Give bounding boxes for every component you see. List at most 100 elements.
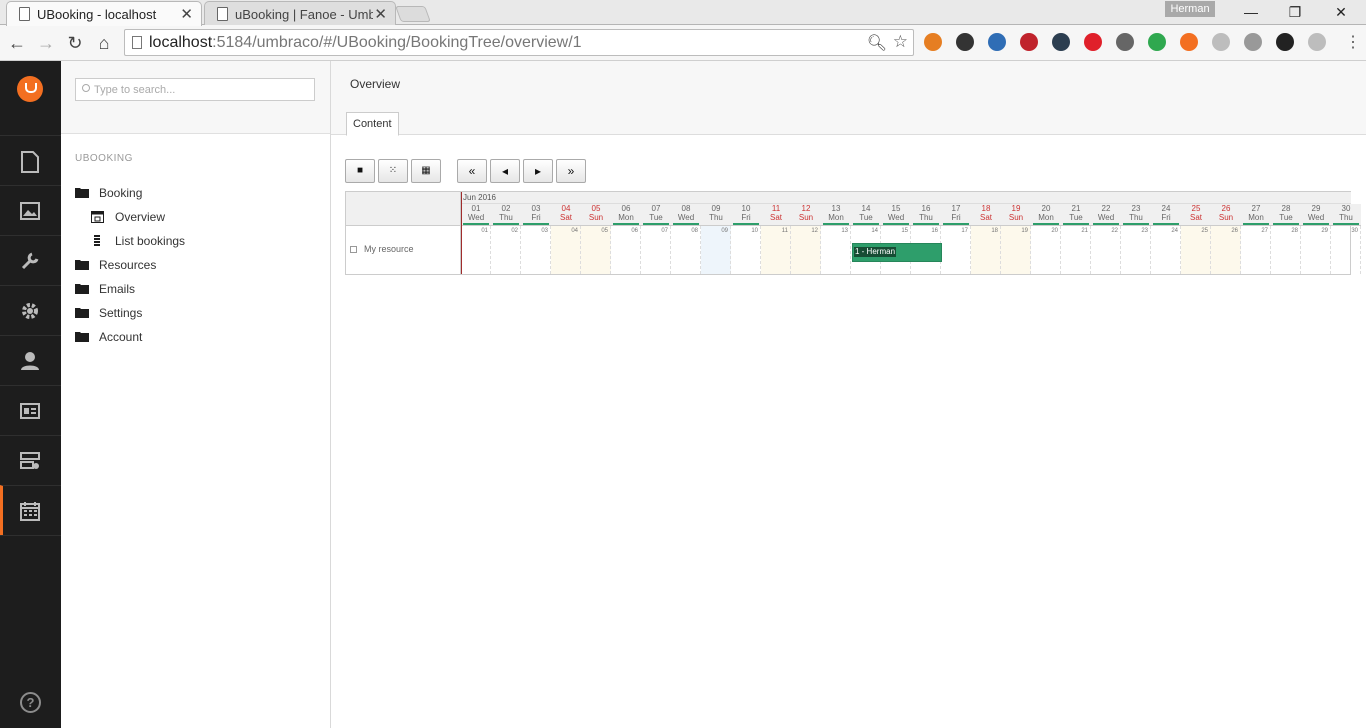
day-cell[interactable]: 18 bbox=[971, 226, 1001, 274]
day-cell[interactable]: 29 bbox=[1301, 226, 1331, 274]
day-weekday: Sat bbox=[559, 213, 572, 222]
day-header: 07 Tue bbox=[641, 204, 671, 226]
section-ubooking[interactable] bbox=[0, 485, 61, 535]
umbraco-logo-icon[interactable] bbox=[17, 76, 43, 102]
day-cell[interactable]: 27 bbox=[1241, 226, 1271, 274]
section-settings[interactable] bbox=[0, 235, 61, 285]
home-button[interactable]: ⌂ bbox=[92, 31, 116, 55]
zoom-icon[interactable]: 🔍︎ bbox=[867, 33, 887, 53]
folder-extension-icon[interactable] bbox=[988, 33, 1006, 51]
section-developer[interactable] bbox=[0, 285, 61, 335]
view-week-button[interactable]: ⁙ bbox=[378, 159, 408, 183]
leaf-extension-icon[interactable] bbox=[1148, 33, 1166, 51]
restore-button[interactable]: ❐ bbox=[1280, 2, 1310, 22]
first-period-button[interactable]: « bbox=[457, 159, 487, 183]
day-cell[interactable]: 03 bbox=[521, 226, 551, 274]
availability-bar bbox=[1333, 223, 1359, 225]
new-tab-button[interactable] bbox=[395, 6, 431, 22]
day-cell[interactable]: 11 bbox=[761, 226, 791, 274]
cell-day-number: 10 bbox=[751, 228, 758, 234]
info-extension-icon[interactable] bbox=[1244, 33, 1262, 51]
close-window-button[interactable]: ✕ bbox=[1326, 2, 1356, 22]
section-media[interactable] bbox=[0, 185, 61, 235]
address-bar[interactable]: localhost:5184/umbraco/#/UBooking/Bookin… bbox=[124, 29, 914, 56]
last-period-button[interactable]: » bbox=[556, 159, 586, 183]
day-number: 05 bbox=[591, 204, 601, 213]
day-cell[interactable]: 19 bbox=[1001, 226, 1031, 274]
day-cell[interactable]: 30 bbox=[1331, 226, 1361, 274]
day-cell[interactable]: 17 bbox=[941, 226, 971, 274]
day-cell[interactable]: 05 bbox=[581, 226, 611, 274]
day-number: 28 bbox=[1281, 204, 1291, 213]
page-info-icon[interactable] bbox=[132, 36, 142, 49]
day-cell[interactable]: 24 bbox=[1151, 226, 1181, 274]
day-cell[interactable]: 23 bbox=[1121, 226, 1151, 274]
resource-row-header[interactable]: My resource bbox=[346, 226, 461, 274]
pencil-extension-icon[interactable] bbox=[924, 33, 942, 51]
folder-icon bbox=[75, 260, 89, 270]
section-users[interactable] bbox=[0, 335, 61, 385]
day-cell[interactable]: 01 bbox=[461, 226, 491, 274]
day-header: 06 Mon bbox=[611, 204, 641, 226]
back-button[interactable]: ← bbox=[5, 31, 29, 55]
day-cell[interactable]: 08 bbox=[671, 226, 701, 274]
cell-day-number: 17 bbox=[961, 228, 968, 234]
dark-circle-extension-icon[interactable] bbox=[1276, 33, 1294, 51]
day-cell[interactable]: 02 bbox=[491, 226, 521, 274]
browser-tab-active[interactable]: UBooking - localhost ✕ bbox=[6, 1, 202, 26]
booking-bar[interactable]: 1 - Herman bbox=[852, 243, 942, 262]
view-month-button[interactable]: ▦ bbox=[411, 159, 441, 183]
close-tab-icon[interactable]: ✕ bbox=[374, 5, 387, 23]
day-cell[interactable]: 09 bbox=[701, 226, 731, 274]
availability-bar bbox=[943, 223, 969, 225]
day-cell[interactable]: 07 bbox=[641, 226, 671, 274]
day-header: 03 Fri bbox=[521, 204, 551, 226]
browser-tab[interactable]: uBooking | Fanoe - Umbraco ✕ bbox=[204, 1, 396, 25]
skype-extension-icon[interactable] bbox=[1212, 33, 1230, 51]
section-content[interactable] bbox=[0, 135, 61, 185]
day-weekday: Tue bbox=[859, 213, 873, 222]
day-cell[interactable]: 28 bbox=[1271, 226, 1301, 274]
minimize-button[interactable]: — bbox=[1236, 2, 1266, 22]
bookmark-star-icon[interactable]: ☆ bbox=[893, 32, 908, 52]
day-number: 12 bbox=[801, 204, 811, 213]
day-cell[interactable]: 13 bbox=[821, 226, 851, 274]
day-cell[interactable]: 10 bbox=[731, 226, 761, 274]
cell-day-number: 12 bbox=[811, 228, 818, 234]
next-period-button[interactable]: ▸ bbox=[523, 159, 553, 183]
day-cell[interactable]: 22 bbox=[1091, 226, 1121, 274]
opera-extension-icon[interactable] bbox=[1084, 33, 1102, 51]
day-weekday: Wed bbox=[1097, 213, 1115, 222]
help-icon[interactable]: ? bbox=[20, 692, 41, 713]
day-cell[interactable]: 25 bbox=[1181, 226, 1211, 274]
day-number: 06 bbox=[621, 204, 631, 213]
red-square-extension-icon[interactable] bbox=[1020, 33, 1038, 51]
url-host: localhost bbox=[149, 34, 213, 51]
day-cell[interactable]: 21 bbox=[1061, 226, 1091, 274]
previous-period-button[interactable]: ◂ bbox=[490, 159, 520, 183]
search-box[interactable] bbox=[75, 78, 315, 101]
umbraco-extension-icon[interactable] bbox=[1180, 33, 1198, 51]
close-tab-icon[interactable]: ✕ bbox=[180, 5, 193, 23]
branch-extension-icon[interactable] bbox=[1052, 33, 1070, 51]
reload-button[interactable]: ↻ bbox=[63, 31, 87, 55]
m-extension-icon[interactable] bbox=[1308, 33, 1326, 51]
day-cell[interactable]: 04 bbox=[551, 226, 581, 274]
cast-extension-icon[interactable] bbox=[1116, 33, 1134, 51]
search-input[interactable] bbox=[94, 82, 309, 97]
day-weekday: Sun bbox=[588, 213, 604, 222]
view-day-button[interactable]: ■ bbox=[345, 159, 375, 183]
day-cell[interactable]: 26 bbox=[1211, 226, 1241, 274]
calendar-icon bbox=[20, 502, 40, 521]
day-cell[interactable]: 20 bbox=[1031, 226, 1061, 274]
section-forms[interactable] bbox=[0, 435, 61, 485]
day-cell[interactable]: 06 bbox=[611, 226, 641, 274]
section-members[interactable] bbox=[0, 385, 61, 435]
profile-button[interactable]: Herman bbox=[1165, 1, 1215, 17]
day-cell[interactable]: 12 bbox=[791, 226, 821, 274]
browser-menu-icon[interactable]: ⋮ bbox=[1345, 33, 1361, 53]
tab-content[interactable]: Content bbox=[346, 112, 399, 136]
cell-day-number: 18 bbox=[991, 228, 998, 234]
forward-button[interactable]: → bbox=[34, 31, 58, 55]
colorzilla-extension-icon[interactable] bbox=[956, 33, 974, 51]
